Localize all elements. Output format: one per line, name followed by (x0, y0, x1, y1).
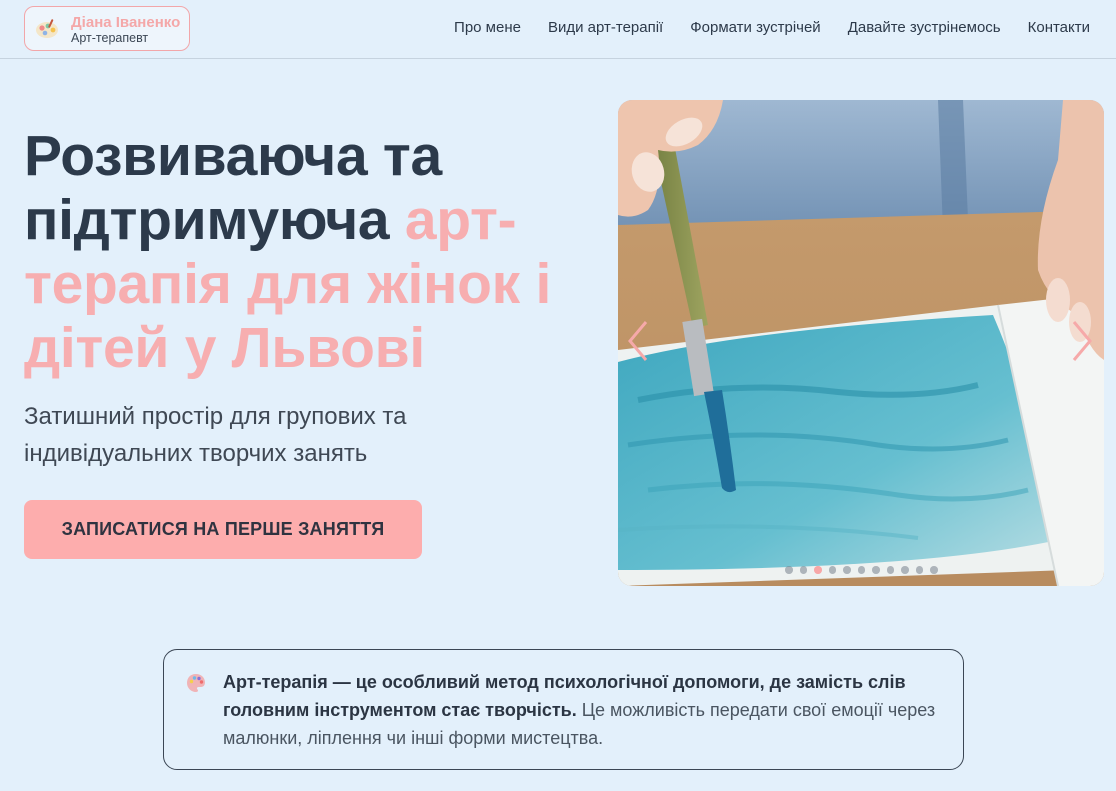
info-text: Арт-терапія — це особливий метод психоло… (223, 668, 948, 752)
art-therapy-info-card: Арт-терапія — це особливий метод психоло… (163, 649, 964, 770)
nav-item-contacts[interactable]: Контакти (1028, 19, 1090, 36)
brand-role: Арт-терапевт (71, 31, 149, 45)
carousel-dot[interactable] (785, 566, 793, 574)
carousel-dot[interactable] (915, 566, 923, 574)
hero-subtitle: Затишний простір для групових та індивід… (24, 403, 407, 467)
carousel-pagination (785, 566, 938, 574)
carousel-dot[interactable] (901, 566, 909, 574)
carousel-dot[interactable] (799, 566, 807, 574)
carousel-dot[interactable] (814, 566, 822, 574)
carousel-dot[interactable] (843, 566, 851, 574)
nav-item-art-therapy-types[interactable]: Види арт-терапії (548, 19, 663, 36)
nav-item-about[interactable]: Про мене (454, 19, 521, 36)
book-first-session-button[interactable]: ЗАПИСАТИСЯ НА ПЕРШЕ ЗАНЯТТЯ (24, 500, 422, 559)
carousel-dot[interactable] (886, 566, 894, 574)
brand-name: Діана Іваненко (71, 14, 181, 31)
nav-item-lets-meet[interactable]: Давайте зустрінемось (848, 19, 1001, 36)
hero-title: Розвиваюча та підтримуюча арт-терапія дл… (24, 124, 594, 380)
palette-icon (187, 674, 205, 692)
carousel-dot[interactable] (930, 566, 938, 574)
logo-link[interactable]: Діана Іваненко Арт-терапевт (24, 6, 190, 51)
carousel-image (618, 100, 1104, 586)
site-header: Діана Іваненко Арт-терапевт Про мене Вид… (0, 0, 1116, 59)
nav-item-meeting-formats[interactable]: Формати зустрічей (690, 19, 820, 36)
carousel-dot[interactable] (857, 566, 865, 574)
chevron-left-icon[interactable] (624, 318, 652, 364)
palette-splash-icon (36, 19, 58, 38)
carousel-dot[interactable] (872, 566, 880, 574)
hero-carousel[interactable] (618, 100, 1104, 586)
main-nav: Про мене Види арт-терапії Формати зустрі… (454, 19, 1090, 36)
chevron-right-icon[interactable] (1068, 318, 1096, 364)
carousel-dot[interactable] (828, 566, 836, 574)
hero-title-plain: Розвиваюча та підтримуюча (24, 124, 442, 252)
